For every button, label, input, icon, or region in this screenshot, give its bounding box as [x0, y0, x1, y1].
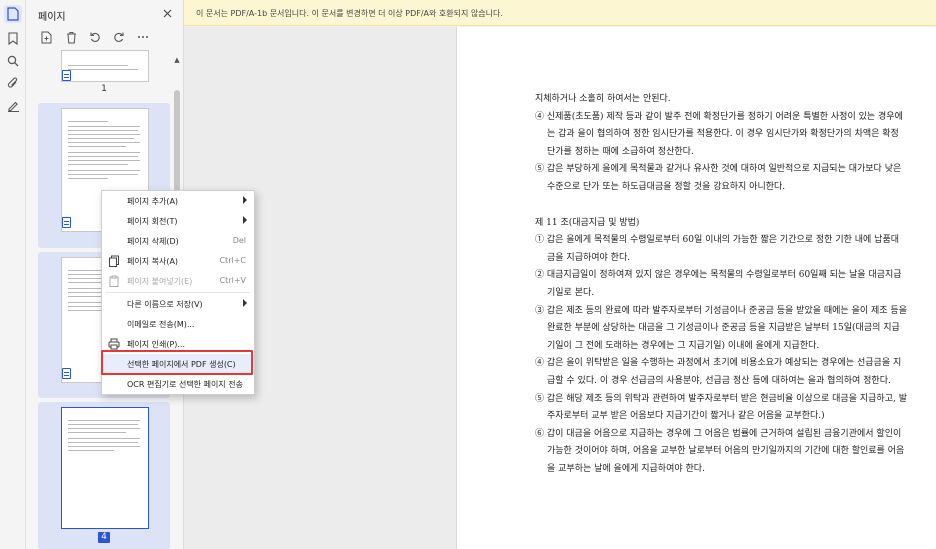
- paragraph: ② 대금지급일이 정하여져 있지 않은 경우에는 목적물의 수령일로부터 60일…: [535, 270, 902, 298]
- menu-item-send-to-ocr[interactable]: OCR 편집기로 선택한 페이지 전송: [102, 374, 254, 394]
- menu-item-create-pdf-from-selected[interactable]: 선택한 페이지에서 PDF 생성(C): [102, 354, 254, 374]
- delete-page-icon[interactable]: [64, 30, 78, 44]
- signature-icon[interactable]: [4, 96, 22, 114]
- paragraph: ⑤ 갑은 해당 제조 등의 위탁과 관련하여 발주자로부터 받은 현금비율 이상…: [535, 393, 907, 422]
- copy-icon: [109, 255, 119, 267]
- paragraph: ③ 갑은 제조 등의 완료에 따라 발주자로부터 기성금이나 준공금 등을 받았…: [535, 305, 907, 351]
- document-workspace: 지체하거나 소홀히 하여서는 안된다. ④ 신제품(초도품) 제작 등과 같이 …: [184, 27, 936, 549]
- submenu-arrow-icon: [243, 299, 247, 307]
- paragraph: 지체하거나 소홀히 하여서는 안된다.: [535, 94, 671, 104]
- page-thumbnails-icon[interactable]: [4, 5, 22, 23]
- bookmark-icon[interactable]: [4, 29, 22, 47]
- paragraph: ④ 신제품(초도품) 제작 등과 같이 발주 전에 확정단가를 정하기 어려운 …: [535, 111, 903, 157]
- search-icon[interactable]: [4, 52, 22, 70]
- document-page[interactable]: 지체하거나 소홀히 하여서는 안된다. ④ 신제품(초도품) 제작 등과 같이 …: [456, 27, 936, 549]
- submenu-arrow-icon: [243, 196, 247, 204]
- document-text: 지체하거나 소홀히 하여서는 안된다. ④ 신제품(초도품) 제작 등과 같이 …: [535, 91, 907, 478]
- page-thumbnail[interactable]: 1: [38, 50, 170, 96]
- rotate-left-icon[interactable]: [88, 30, 102, 44]
- menu-item-save-as[interactable]: 다른 이름으로 저장(V): [102, 294, 254, 314]
- pdfa-notice-bar: 이 문서는 PDF/A-1b 문서입니다. 이 문서를 변경하면 더 이상 PD…: [184, 0, 936, 26]
- paragraph: ④ 갑은 을이 위탁받은 일을 수행하는 과정에서 초기에 비용소요가 예상되는…: [535, 358, 902, 386]
- page-icon: [62, 217, 71, 228]
- print-icon: [108, 338, 120, 350]
- menu-item-delete-page[interactable]: 페이지 삭제(D) Del: [102, 231, 254, 251]
- pdf-editor-window: 페이지 1 4 ▲ 이 문서는 PDF/A-1b 문서입니다. 이 문서를 변경…: [0, 0, 936, 549]
- left-icon-rail: [0, 0, 26, 549]
- section-heading: 제 11 조(대금지급 및 방법): [535, 217, 640, 228]
- scroll-up-arrow[interactable]: ▲: [173, 56, 181, 64]
- page-thumbnail-image: [61, 407, 149, 529]
- panel-title: 페이지: [38, 12, 66, 23]
- paragraph: ⑥ 갑이 대금을 어음으로 지급하는 경우에 그 어음은 법률에 근거하여 설립…: [535, 428, 905, 474]
- close-icon[interactable]: [160, 6, 174, 20]
- page-thumbnail[interactable]: 4: [38, 402, 170, 549]
- paragraph: ⑤ 갑은 부당하게 을에게 목적물과 같거나 유사한 것에 대하여 일반적으로 …: [535, 164, 902, 192]
- page-thumbnail-image: [61, 50, 149, 82]
- more-options-icon[interactable]: [136, 30, 150, 44]
- page-icon: [62, 368, 71, 379]
- menu-item-add-page[interactable]: 페이지 추가(A): [102, 191, 254, 211]
- menu-item-print-page[interactable]: 페이지 인쇄(P)...: [102, 334, 254, 354]
- menu-item-send-email[interactable]: 이메일로 전송(M)...: [102, 314, 254, 334]
- insert-page-icon[interactable]: [40, 30, 54, 44]
- page-icon: [62, 70, 71, 81]
- menu-separator: [106, 292, 250, 293]
- submenu-arrow-icon: [243, 216, 247, 224]
- context-menu: 페이지 추가(A) 페이지 회전(T) 페이지 삭제(D) Del 페이지 복사…: [101, 190, 255, 395]
- rotate-right-icon[interactable]: [112, 30, 126, 44]
- menu-item-paste-page[interactable]: 페이지 붙여넣기(E) Ctrl+V: [102, 271, 254, 291]
- page-number: 1: [101, 84, 107, 94]
- menu-item-copy-page[interactable]: 페이지 복사(A) Ctrl+C: [102, 251, 254, 271]
- menu-item-rotate-page[interactable]: 페이지 회전(T): [102, 211, 254, 231]
- notice-text: 이 문서는 PDF/A-1b 문서입니다. 이 문서를 변경하면 더 이상 PD…: [196, 9, 503, 18]
- page-number: 4: [98, 532, 110, 543]
- attachment-icon[interactable]: [4, 74, 22, 92]
- paste-icon: [109, 275, 119, 287]
- paragraph: ① 갑은 을에게 목적물의 수령일로부터 60일 이내의 가능한 짧은 기간으로…: [535, 235, 900, 263]
